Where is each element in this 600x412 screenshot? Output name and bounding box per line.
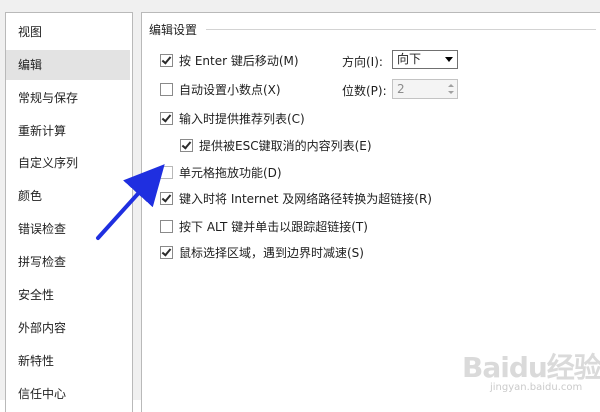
watermark-logo: Baidu经验 jingyan.baidu.com xyxy=(462,342,600,400)
watermark-text: Baidu经验 xyxy=(462,351,600,384)
arrow-line xyxy=(96,164,165,240)
options-dialog: 视图 编辑 常规与保存 重新计算 自定义序列 颜色 错误检查 拼写检查 安全性 … xyxy=(0,0,600,412)
annotation-arrow xyxy=(96,164,165,240)
watermark-subtext: jingyan.baidu.com xyxy=(490,382,583,393)
